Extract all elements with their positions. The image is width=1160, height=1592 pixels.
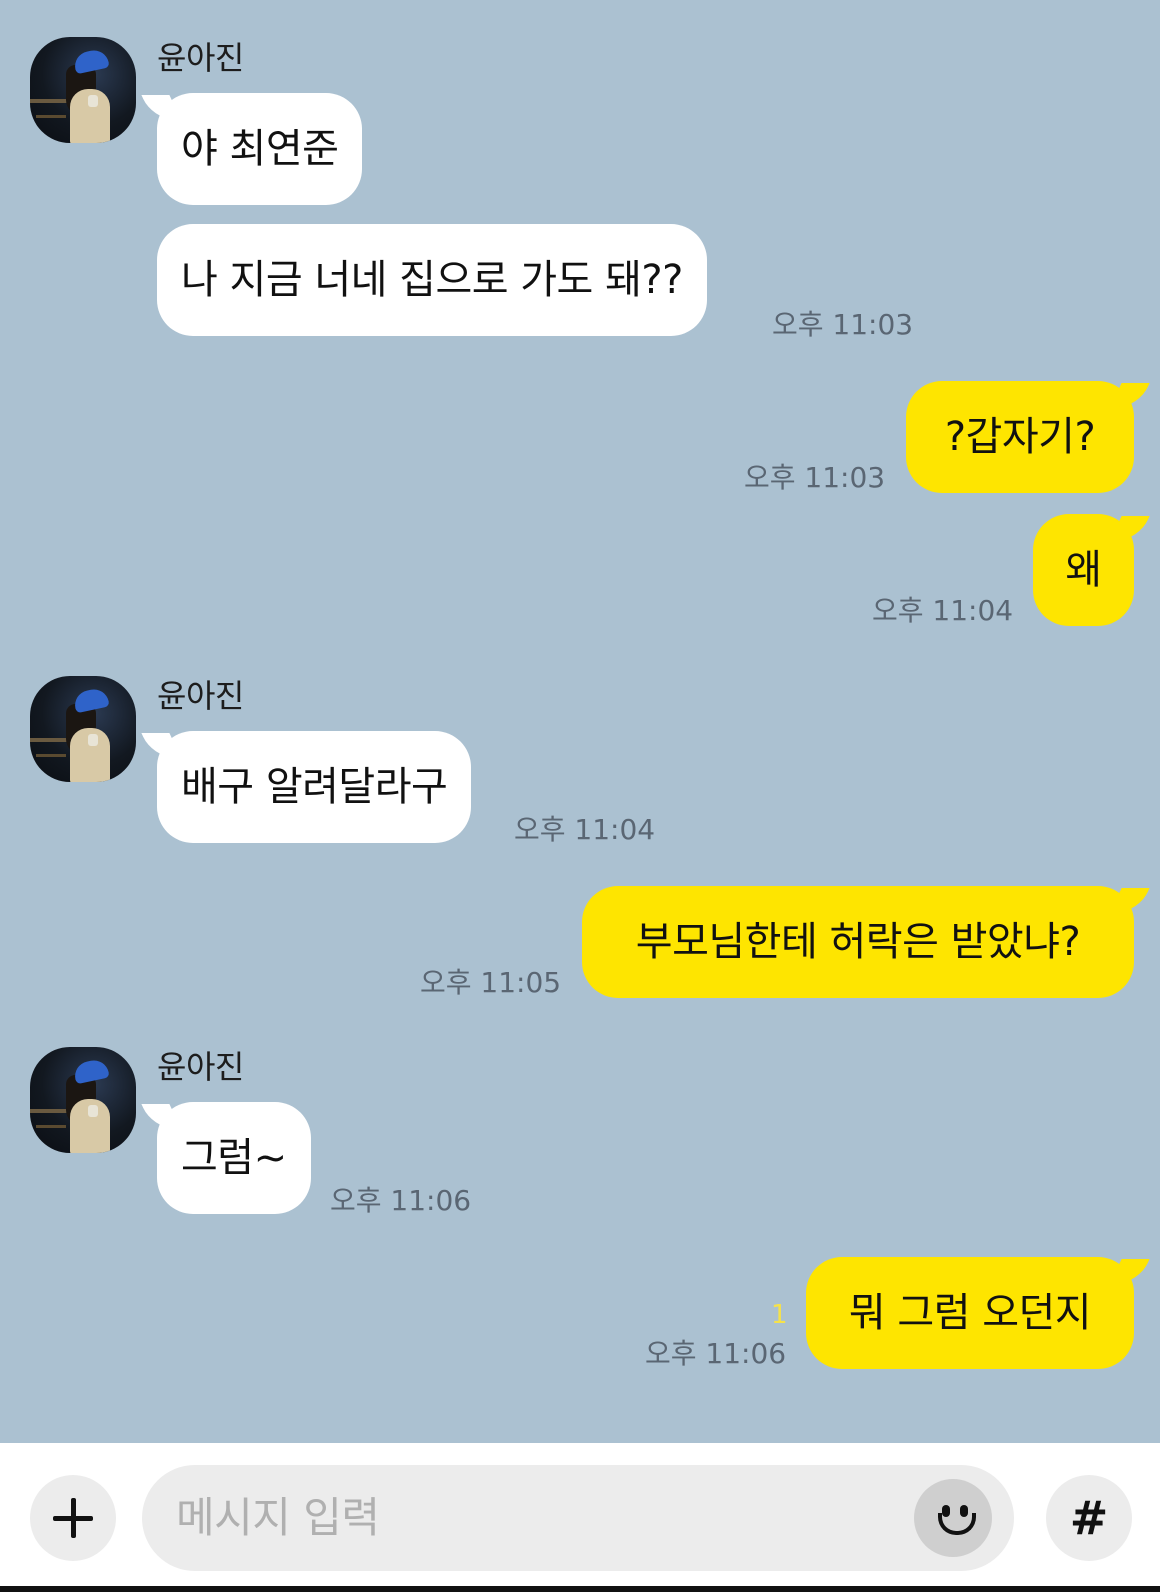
- message-time: 오후 11:03: [744, 461, 886, 494]
- message-bubble-outgoing[interactable]: 뭐 그럼 오던지: [806, 1257, 1134, 1369]
- message-time: 오후 11:06: [330, 1184, 472, 1217]
- message-bubble-outgoing[interactable]: 왜: [1033, 514, 1134, 626]
- message-bubble-incoming[interactable]: 나 지금 너네 집으로 가도 돼??: [157, 224, 707, 336]
- sender-name: 윤아진: [157, 677, 244, 715]
- sender-name: 윤아진: [157, 39, 244, 77]
- message-time: 오후 11:05: [420, 966, 562, 999]
- hashtag-search-button[interactable]: #: [1046, 1475, 1132, 1561]
- avatar[interactable]: [30, 676, 136, 782]
- avatar[interactable]: [30, 1047, 136, 1153]
- message-time: 오후 11:04: [514, 813, 656, 846]
- message-bubble-incoming[interactable]: 야 최연준: [157, 93, 363, 205]
- message-input[interactable]: 메시지 입력: [142, 1465, 1014, 1571]
- message-bubble-incoming[interactable]: 배구 알려달라구: [157, 731, 472, 843]
- chat-area[interactable]: 윤아진 야 최연준 나 지금 너네 집으로 가도 돼?? 오후 11:03 ?갑…: [0, 0, 1160, 1443]
- emoji-icon[interactable]: [914, 1479, 992, 1557]
- bottom-edge: [0, 1586, 1160, 1592]
- message-time: 오후 11:06: [645, 1337, 787, 1370]
- message-bubble-incoming[interactable]: 그럼~: [157, 1102, 311, 1214]
- message-input-bar: 메시지 입력 #: [0, 1443, 1160, 1592]
- input-placeholder: 메시지 입력: [176, 1493, 380, 1542]
- message-time: 오후 11:03: [772, 308, 914, 341]
- message-bubble-outgoing[interactable]: 부모님한테 허락은 받았냐?: [582, 886, 1134, 998]
- message-bubble-outgoing[interactable]: ?갑자기?: [906, 381, 1134, 493]
- unread-count: 1: [771, 1300, 788, 1330]
- message-time: 오후 11:04: [872, 594, 1014, 627]
- plus-icon[interactable]: [30, 1475, 116, 1561]
- avatar[interactable]: [30, 37, 136, 143]
- sender-name: 윤아진: [157, 1048, 244, 1086]
